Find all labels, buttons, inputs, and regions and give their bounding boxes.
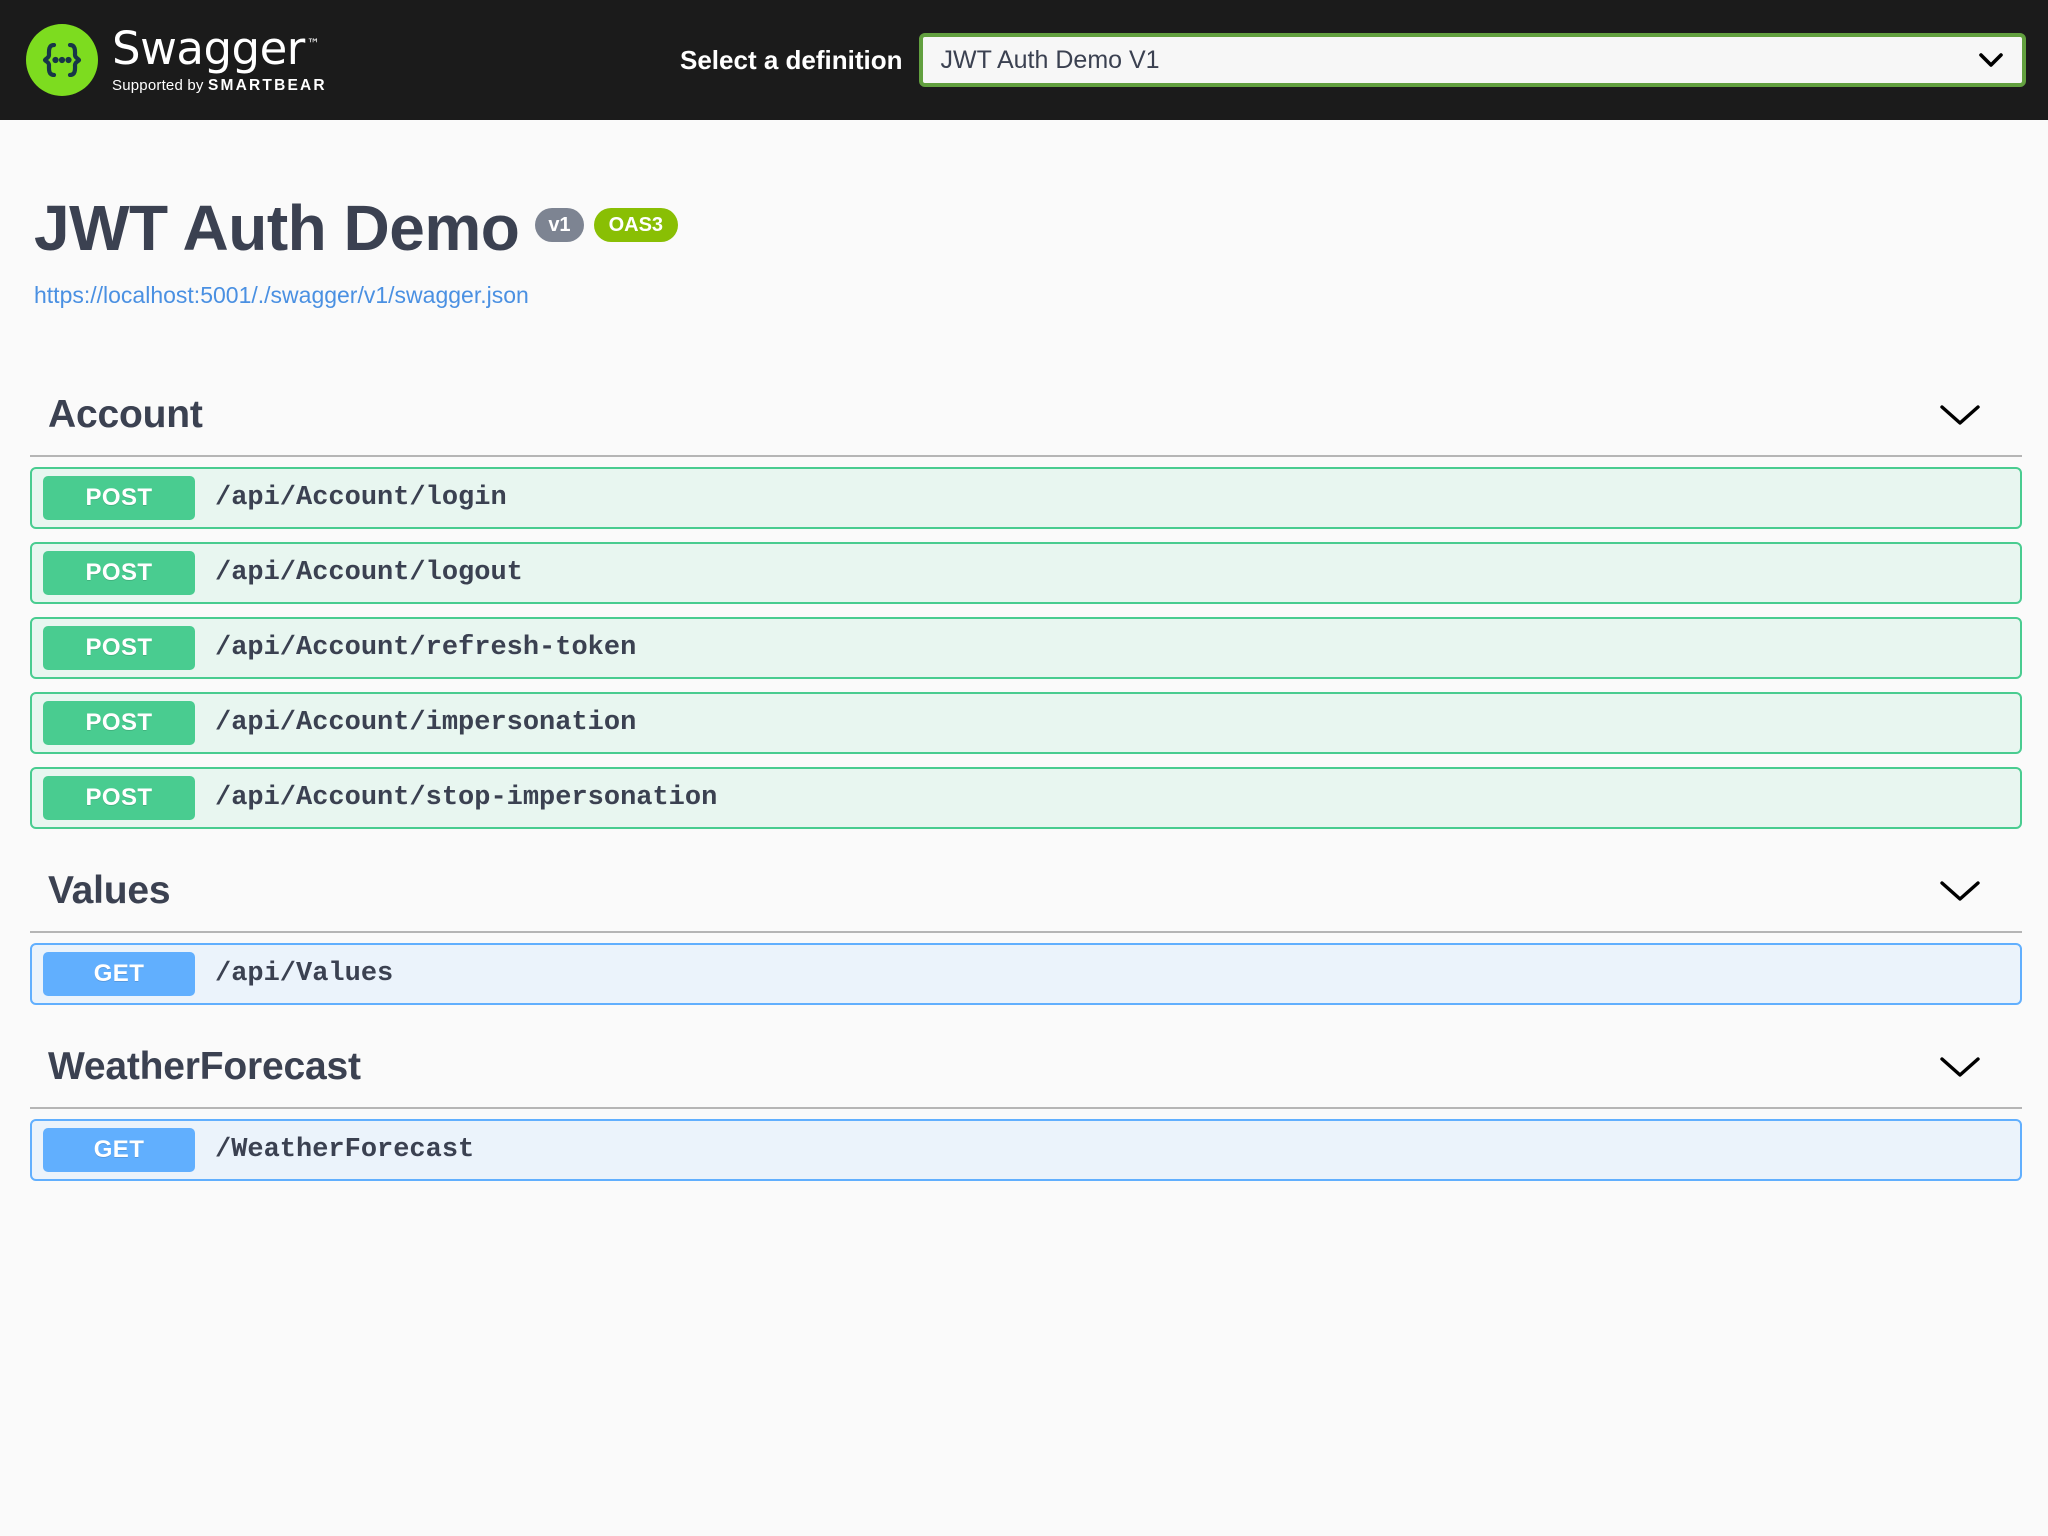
topbar: Swagger ™ Supported by SMARTBEAR Select a… <box>0 0 2048 120</box>
operation-path: /api/Account/stop-impersonation <box>215 783 718 813</box>
operation-path: /api/Account/logout <box>215 558 523 588</box>
operation-list-values: GET /api/Values <box>30 943 2022 1005</box>
operation-row[interactable]: GET /api/Values <box>30 943 2022 1005</box>
tag-header-account[interactable]: Account <box>30 393 2022 457</box>
trademark-mark: ™ <box>306 37 320 53</box>
version-badge: v1 <box>535 208 584 242</box>
swagger-json-link[interactable]: https://localhost:5001/./swagger/v1/swag… <box>34 282 2022 309</box>
operation-row[interactable]: POST /api/Account/logout <box>30 542 2022 604</box>
http-method-badge: POST <box>43 626 195 670</box>
definition-select-value: JWT Auth Demo V1 <box>940 45 1160 74</box>
tag-name-values: Values <box>48 869 171 912</box>
http-method-badge: GET <box>43 1128 195 1172</box>
http-method-badge: POST <box>43 701 195 745</box>
operation-list-account: POST /api/Account/login POST /api/Accoun… <box>30 467 2022 829</box>
http-method-badge: POST <box>43 776 195 820</box>
definition-select[interactable]: JWT Auth Demo V1 <box>918 33 2026 87</box>
operation-row[interactable]: POST /api/Account/login <box>30 467 2022 529</box>
http-method-badge: POST <box>43 476 195 520</box>
page-title: JWT Auth Demo <box>34 192 520 264</box>
http-method-badge: POST <box>43 551 195 595</box>
api-info: JWT Auth Demo v1 OAS3 https://localhost:… <box>30 120 2022 309</box>
main-content: JWT Auth Demo v1 OAS3 https://localhost:… <box>0 120 2048 1181</box>
operation-path: /WeatherForecast <box>215 1135 475 1165</box>
tag-section-account: Account POST /api/Account/login POST /ap… <box>30 393 2022 829</box>
tag-name-weatherforecast: WeatherForecast <box>48 1045 361 1088</box>
operation-path: /api/Account/impersonation <box>215 708 637 738</box>
operation-row[interactable]: GET /WeatherForecast <box>30 1119 2022 1181</box>
smartbear-name: SMARTBEAR <box>208 77 327 95</box>
select-definition-label: Select a definition <box>680 44 903 75</box>
operation-row[interactable]: POST /api/Account/stop-impersonation <box>30 767 2022 829</box>
http-method-badge: GET <box>43 952 195 996</box>
tag-name-account: Account <box>48 393 203 436</box>
tag-header-values[interactable]: Values <box>30 869 2022 933</box>
tag-header-weatherforecast[interactable]: WeatherForecast <box>30 1045 2022 1109</box>
chevron-down-icon[interactable] <box>1938 1054 2010 1080</box>
brand-supported-by: Supported by SMARTBEAR <box>112 77 327 95</box>
chevron-down-icon <box>1978 52 2004 68</box>
swagger-braces-logo-icon <box>26 24 98 96</box>
tag-section-weatherforecast: WeatherForecast GET /WeatherForecast <box>30 1045 2022 1181</box>
definition-selector-group: Select a definition JWT Auth Demo V1 <box>680 33 2026 87</box>
chevron-down-icon[interactable] <box>1938 402 2010 428</box>
operation-path: /api/Account/refresh-token <box>215 633 637 663</box>
operation-row[interactable]: POST /api/Account/impersonation <box>30 692 2022 754</box>
tag-section-values: Values GET /api/Values <box>30 869 2022 1005</box>
oas-badge: OAS3 <box>593 208 679 242</box>
api-badges: v1 OAS3 <box>535 208 679 242</box>
operation-path: /api/Values <box>215 959 394 989</box>
chevron-down-icon[interactable] <box>1938 878 2010 904</box>
swagger-brand[interactable]: Swagger ™ Supported by SMARTBEAR <box>26 24 327 96</box>
operation-path: /api/Account/login <box>215 483 507 513</box>
operation-row[interactable]: POST /api/Account/refresh-token <box>30 617 2022 679</box>
operation-list-weatherforecast: GET /WeatherForecast <box>30 1119 2022 1181</box>
brand-name: Swagger ™ <box>112 22 320 76</box>
